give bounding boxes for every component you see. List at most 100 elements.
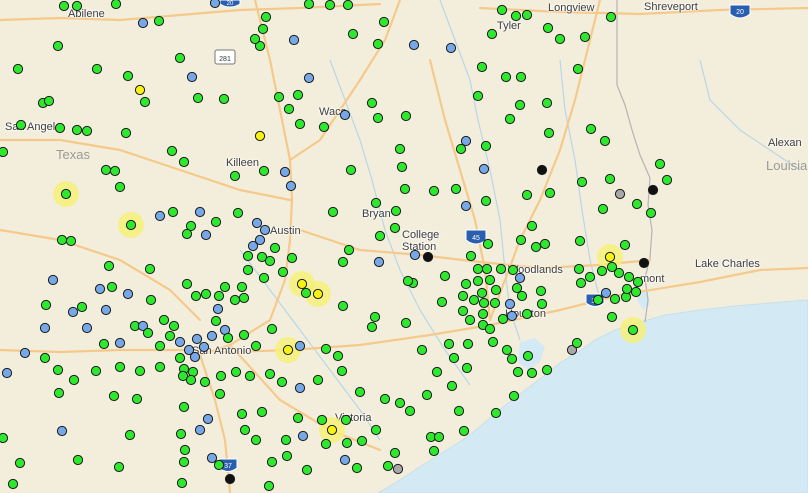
station-marker-green[interactable] <box>222 332 234 344</box>
station-marker-green[interactable] <box>258 165 270 177</box>
station-marker-green[interactable] <box>472 90 484 102</box>
station-marker-green[interactable] <box>500 71 512 83</box>
station-marker-green[interactable] <box>312 374 324 386</box>
station-marker-green[interactable] <box>286 252 298 264</box>
station-marker-green[interactable] <box>320 438 332 450</box>
station-marker-green[interactable] <box>199 376 211 388</box>
station-marker-green[interactable] <box>12 63 24 75</box>
station-marker-green[interactable] <box>462 338 474 350</box>
station-marker-green[interactable] <box>450 183 462 195</box>
station-marker-black[interactable] <box>638 257 650 269</box>
station-marker-green[interactable] <box>530 241 542 253</box>
station-marker-green[interactable] <box>7 478 19 490</box>
station-marker-blue[interactable] <box>56 425 68 437</box>
station-marker-green[interactable] <box>606 311 618 323</box>
station-marker-green[interactable] <box>443 338 455 350</box>
station-marker-green[interactable] <box>596 265 608 277</box>
station-marker-green[interactable] <box>178 456 190 468</box>
station-marker-green[interactable] <box>480 140 492 152</box>
station-marker-green[interactable] <box>623 271 635 283</box>
station-marker-green[interactable] <box>263 480 275 492</box>
station-marker-green[interactable] <box>269 242 281 254</box>
station-marker-green[interactable] <box>318 121 330 133</box>
station-marker-green[interactable] <box>400 110 412 122</box>
station-marker-blue[interactable] <box>174 336 186 348</box>
station-marker-green[interactable] <box>258 272 270 284</box>
station-marker-green[interactable] <box>40 299 52 311</box>
station-marker-green[interactable] <box>320 343 332 355</box>
station-marker-green[interactable] <box>394 397 406 409</box>
station-marker-green[interactable] <box>210 216 222 228</box>
station-marker-green[interactable] <box>166 145 178 157</box>
station-marker-green[interactable] <box>167 206 179 218</box>
station-marker-green[interactable] <box>481 263 493 275</box>
station-marker-blue[interactable] <box>212 303 224 315</box>
station-marker-blue[interactable] <box>409 249 421 261</box>
station-marker-green[interactable] <box>236 408 248 420</box>
station-marker-green[interactable] <box>621 283 633 295</box>
station-marker-yellow[interactable] <box>254 130 266 142</box>
station-marker-green[interactable] <box>292 412 304 424</box>
station-marker-green[interactable] <box>190 290 202 302</box>
station-marker-green[interactable] <box>592 294 604 306</box>
station-marker-blue[interactable] <box>122 288 134 300</box>
station-marker-black[interactable] <box>422 251 434 263</box>
station-marker-green[interactable] <box>482 238 494 250</box>
station-marker-green[interactable] <box>219 281 231 293</box>
station-marker-blue[interactable] <box>191 333 203 345</box>
station-marker-green[interactable] <box>292 89 304 101</box>
station-marker-green[interactable] <box>480 195 492 207</box>
station-marker-green[interactable] <box>347 28 359 40</box>
station-marker-green[interactable] <box>654 158 666 170</box>
station-marker-blue[interactable] <box>39 322 51 334</box>
station-marker-green[interactable] <box>303 0 315 10</box>
station-marker-green[interactable] <box>250 434 262 446</box>
station-marker-green[interactable] <box>613 267 625 279</box>
station-marker-green[interactable] <box>229 170 241 182</box>
station-marker-green[interactable] <box>332 350 344 362</box>
station-marker-green[interactable] <box>496 4 508 16</box>
station-marker-green[interactable] <box>374 230 386 242</box>
station-marker-green[interactable] <box>342 0 354 11</box>
station-marker-green[interactable] <box>416 344 428 356</box>
station-marker-green[interactable] <box>71 124 83 136</box>
station-marker-green[interactable] <box>200 288 212 300</box>
station-marker-blue[interactable] <box>294 340 306 352</box>
station-marker-green[interactable] <box>98 338 110 350</box>
station-marker-blue[interactable] <box>194 206 206 218</box>
station-marker-green[interactable] <box>108 390 120 402</box>
station-marker-green[interactable] <box>605 11 617 23</box>
station-marker-blue[interactable] <box>514 272 526 284</box>
station-marker-green[interactable] <box>439 270 451 282</box>
station-marker-green[interactable] <box>516 290 528 302</box>
station-marker-green[interactable] <box>214 388 226 400</box>
station-marker-green[interactable] <box>477 308 489 320</box>
station-marker-green[interactable] <box>114 361 126 373</box>
station-marker-green[interactable] <box>124 429 136 441</box>
station-marker-blue[interactable] <box>154 210 166 222</box>
station-marker-green[interactable] <box>239 424 251 436</box>
station-marker-green[interactable] <box>428 445 440 457</box>
station-marker-green[interactable] <box>351 462 363 474</box>
station-marker-green[interactable] <box>541 364 553 376</box>
station-marker-green[interactable] <box>58 0 70 12</box>
station-marker-green[interactable] <box>468 294 480 306</box>
station-marker-green[interactable] <box>514 99 526 111</box>
station-marker-blue[interactable] <box>279 166 291 178</box>
station-marker-green[interactable] <box>144 263 156 275</box>
station-marker-green[interactable] <box>14 457 26 469</box>
station-marker-green[interactable] <box>369 311 381 323</box>
station-marker-green[interactable] <box>504 113 516 125</box>
station-marker-green[interactable] <box>176 477 188 489</box>
station-marker-green[interactable] <box>394 143 406 155</box>
station-marker-green[interactable] <box>630 286 642 298</box>
station-marker-green[interactable] <box>249 33 261 45</box>
station-marker-black[interactable] <box>536 164 548 176</box>
station-marker-green[interactable] <box>324 0 336 11</box>
station-marker-green[interactable] <box>489 297 501 309</box>
station-marker-green[interactable] <box>76 301 88 313</box>
station-marker-green[interactable] <box>399 183 411 195</box>
station-marker-green[interactable] <box>490 284 502 296</box>
station-marker-green[interactable] <box>341 437 353 449</box>
station-marker-green[interactable] <box>572 63 584 75</box>
